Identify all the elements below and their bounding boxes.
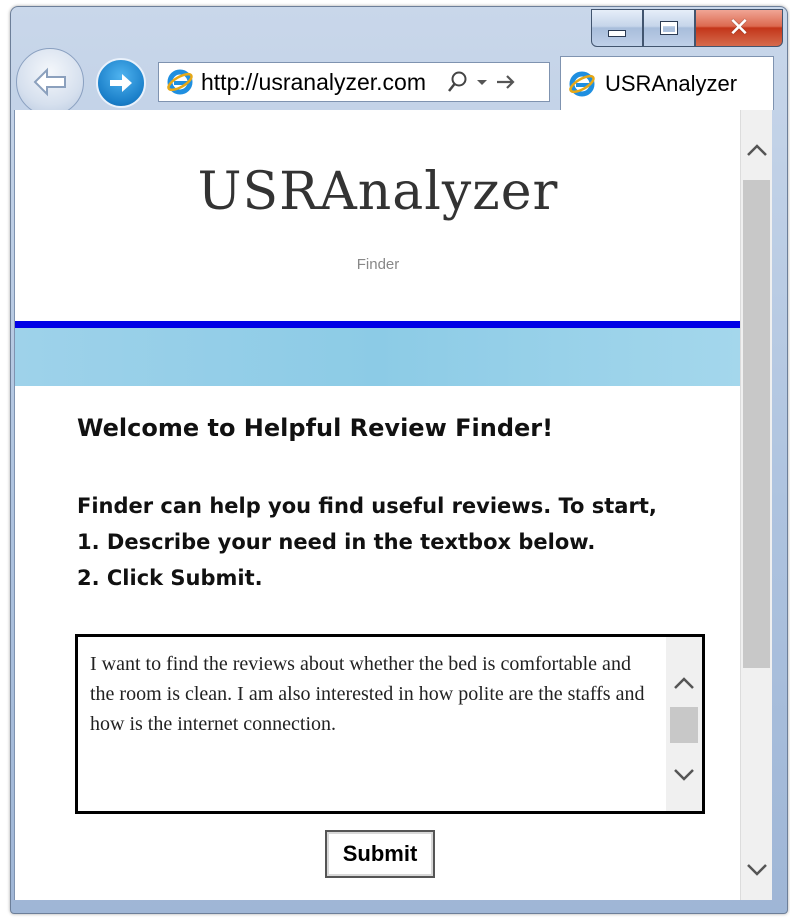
instruction-line: 1. Describe your need in the textbox bel… [77, 530, 596, 554]
textbox-scrollbar[interactable] [666, 637, 702, 811]
search-icon[interactable] [447, 70, 469, 94]
site-title: USRAnalyzer [197, 162, 559, 222]
minimize-button[interactable] [591, 9, 643, 47]
textbox-scroll-up-icon[interactable] [666, 669, 702, 697]
tab-usranalyzer[interactable]: USRAnalyzer [560, 56, 774, 110]
close-icon: ✕ [728, 13, 750, 43]
tab-ie-logo-icon [567, 69, 597, 99]
window-caption-buttons: ✕ [591, 9, 783, 47]
maximize-icon [660, 21, 678, 35]
header-band [15, 328, 741, 386]
instructions: Finder can help you find useful reviews.… [77, 488, 717, 596]
url-text[interactable]: http://usranalyzer.com [201, 69, 439, 96]
ie-logo-icon [165, 67, 195, 97]
instruction-line: 2. Click Submit. [77, 566, 263, 590]
forward-arrow-icon [110, 74, 132, 92]
need-textbox-frame: I want to find the reviews about whether… [75, 634, 705, 814]
close-button[interactable]: ✕ [695, 9, 783, 47]
maximize-button[interactable] [643, 9, 695, 47]
welcome-heading: Welcome to Helpful Review Finder! [77, 414, 554, 442]
submit-button[interactable]: Submit [325, 830, 435, 878]
instruction-line: Finder can help you find useful reviews.… [77, 494, 657, 518]
minimize-icon [608, 29, 626, 37]
tab-title: USRAnalyzer [605, 70, 738, 96]
page-viewport: USRAnalyzer Finder Welcome to Helpful Re… [14, 110, 741, 900]
textbox-scroll-thumb[interactable] [670, 707, 698, 743]
back-button[interactable] [16, 48, 84, 116]
page-scroll-thumb[interactable] [743, 180, 770, 668]
site-subtitle: Finder [356, 256, 400, 273]
scroll-up-icon[interactable] [741, 130, 772, 170]
go-arrow-icon[interactable] [495, 72, 517, 92]
address-bar[interactable]: http://usranalyzer.com [158, 62, 550, 102]
need-textbox[interactable]: I want to find the reviews about whether… [90, 649, 660, 799]
header-divider [15, 321, 741, 328]
forward-button[interactable] [96, 58, 146, 108]
scroll-down-icon[interactable] [741, 850, 772, 890]
page-scrollbar[interactable] [740, 110, 772, 900]
back-arrow-icon [33, 67, 66, 97]
dropdown-icon[interactable] [475, 77, 489, 87]
textbox-scroll-down-icon[interactable] [666, 761, 702, 789]
